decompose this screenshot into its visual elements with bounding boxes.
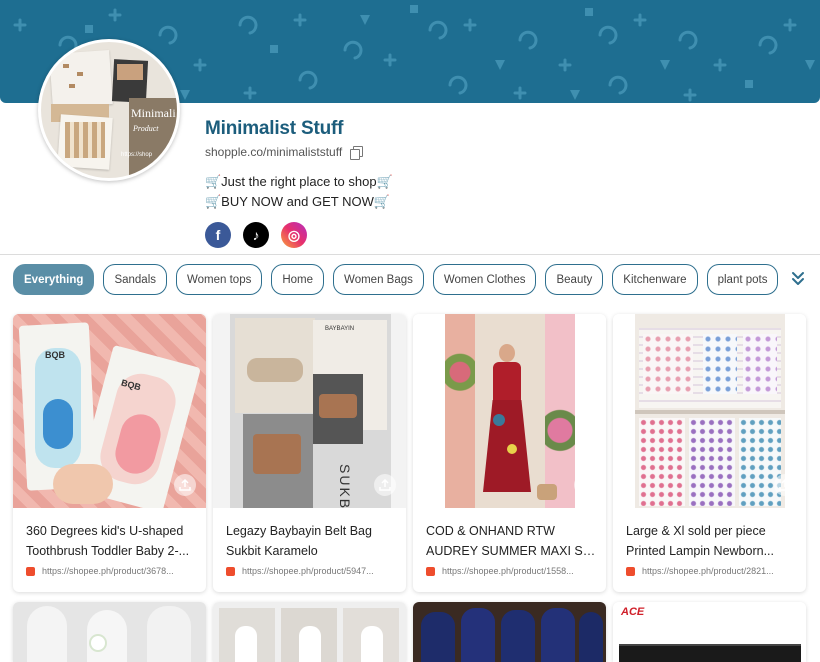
product-url: https://shopee.ph/product/5947... bbox=[242, 566, 374, 576]
product-title: Large & Xl sold per piece Printed Lampin… bbox=[626, 521, 796, 561]
avatar-script-text: Product bbox=[133, 124, 159, 133]
product-title-line: Large & Xl sold per piece bbox=[626, 524, 766, 538]
product-brand-text: BQB bbox=[45, 350, 65, 360]
product-link[interactable]: https://shopee.ph/product/1558... bbox=[426, 566, 574, 576]
product-card[interactable]: BQB BQB 360 Degrees kid's U-shaped Tooth… bbox=[13, 314, 206, 592]
product-title-line: COD & ONHAND RTW bbox=[426, 524, 555, 538]
product-url: https://shopee.ph/product/2821... bbox=[642, 566, 774, 576]
tab-everything[interactable]: Everything bbox=[13, 264, 95, 295]
product-brand-text: SUKBIT bbox=[337, 464, 353, 508]
product-card[interactable]: COD & ONHAND RTW AUDREY SUMMER MAXI SL..… bbox=[413, 314, 606, 592]
product-url: https://shopee.ph/product/3678... bbox=[42, 566, 174, 576]
instagram-icon[interactable]: ◎ bbox=[281, 222, 307, 248]
product-title: 360 Degrees kid's U-shaped Toothbrush To… bbox=[26, 521, 196, 561]
tiktok-icon[interactable]: ♪ bbox=[243, 222, 269, 248]
share-icon[interactable] bbox=[774, 474, 796, 496]
product-image bbox=[13, 602, 206, 662]
product-title-line: AUDREY SUMMER MAXI SL... bbox=[426, 544, 596, 558]
product-card[interactable] bbox=[413, 602, 606, 662]
shopee-icon bbox=[426, 566, 435, 576]
shop-name: Minimalist Stuff bbox=[205, 118, 344, 139]
product-image bbox=[413, 602, 606, 662]
tab-women-tops[interactable]: Women tops bbox=[176, 264, 263, 295]
shop-profile: Minimalist Stuff shopple.co/minimalistst… bbox=[205, 118, 393, 248]
product-card[interactable]: ACE bbox=[613, 602, 806, 662]
shop-bio: 🛒Just the right place to shop🛒 🛒BUY NOW … bbox=[205, 172, 393, 212]
bio-line: 🛒BUY NOW and GET NOW🛒 bbox=[205, 194, 391, 209]
copy-icon[interactable] bbox=[350, 146, 364, 160]
product-card[interactable]: BAYBAYIN SUKBIT Legazy Baybayin Belt Bag… bbox=[213, 314, 406, 592]
product-link[interactable]: https://shopee.ph/product/5947... bbox=[226, 566, 374, 576]
product-brand-text: BAYBAYIN bbox=[325, 326, 355, 332]
share-icon[interactable] bbox=[574, 474, 596, 496]
shop-url-row: shopple.co/minimaliststuff bbox=[205, 145, 393, 160]
shopee-icon bbox=[626, 566, 635, 576]
product-title-line: Printed Lampin Newborn... bbox=[626, 544, 774, 558]
tab-plant-pots[interactable]: plant pots bbox=[706, 264, 779, 295]
product-url: https://shopee.ph/product/1558... bbox=[442, 566, 574, 576]
tab-beauty[interactable]: Beauty bbox=[545, 264, 604, 295]
product-title: Legazy Baybayin Belt Bag Sukbit Karamelo bbox=[226, 521, 396, 561]
tab-sandals[interactable]: Sandals bbox=[103, 264, 167, 295]
product-card[interactable] bbox=[213, 602, 406, 662]
tab-women-clothes[interactable]: Women Clothes bbox=[432, 264, 537, 295]
divider bbox=[0, 254, 820, 255]
tab-kitchenware[interactable]: Kitchenware bbox=[612, 264, 698, 295]
product-title-line: Toothbrush Toddler Baby 2-... bbox=[26, 544, 190, 558]
product-image: ACE bbox=[613, 602, 806, 662]
bio-line: 🛒Just the right place to shop🛒 bbox=[205, 174, 393, 189]
category-tabs: Everything Sandals Women tops Home Women… bbox=[13, 264, 783, 296]
shopee-icon bbox=[226, 566, 235, 576]
avatar-shop-text: Minimali bbox=[131, 106, 176, 120]
product-title-line: Legazy Baybayin Belt Bag bbox=[226, 524, 372, 538]
shop-url[interactable]: shopple.co/minimaliststuff bbox=[205, 145, 342, 159]
product-title-line: Sukbit Karamelo bbox=[226, 544, 318, 558]
avatar-image: Minimali Product https://shop bbox=[41, 42, 177, 178]
product-image bbox=[213, 602, 406, 662]
chevron-down-icon[interactable] bbox=[788, 270, 808, 288]
product-link[interactable]: https://shopee.ph/product/2821... bbox=[626, 566, 774, 576]
product-title: COD & ONHAND RTW AUDREY SUMMER MAXI SL..… bbox=[426, 521, 596, 561]
product-link[interactable]: https://shopee.ph/product/3678... bbox=[26, 566, 174, 576]
facebook-icon[interactable]: f bbox=[205, 222, 231, 248]
share-icon[interactable] bbox=[174, 474, 196, 496]
tab-home[interactable]: Home bbox=[271, 264, 325, 295]
product-card[interactable]: Large & Xl sold per piece Printed Lampin… bbox=[613, 314, 806, 592]
product-card[interactable] bbox=[13, 602, 206, 662]
product-brand-text: ACE bbox=[621, 606, 645, 618]
product-title-line: 360 Degrees kid's U-shaped bbox=[26, 524, 184, 538]
shop-avatar[interactable]: Minimali Product https://shop bbox=[38, 39, 180, 181]
shopee-icon bbox=[26, 566, 35, 576]
tab-women-bags[interactable]: Women Bags bbox=[333, 264, 424, 295]
avatar-url-text: https://shop bbox=[121, 152, 153, 158]
social-links: f ♪ ◎ bbox=[205, 222, 393, 248]
share-icon[interactable] bbox=[374, 474, 396, 496]
